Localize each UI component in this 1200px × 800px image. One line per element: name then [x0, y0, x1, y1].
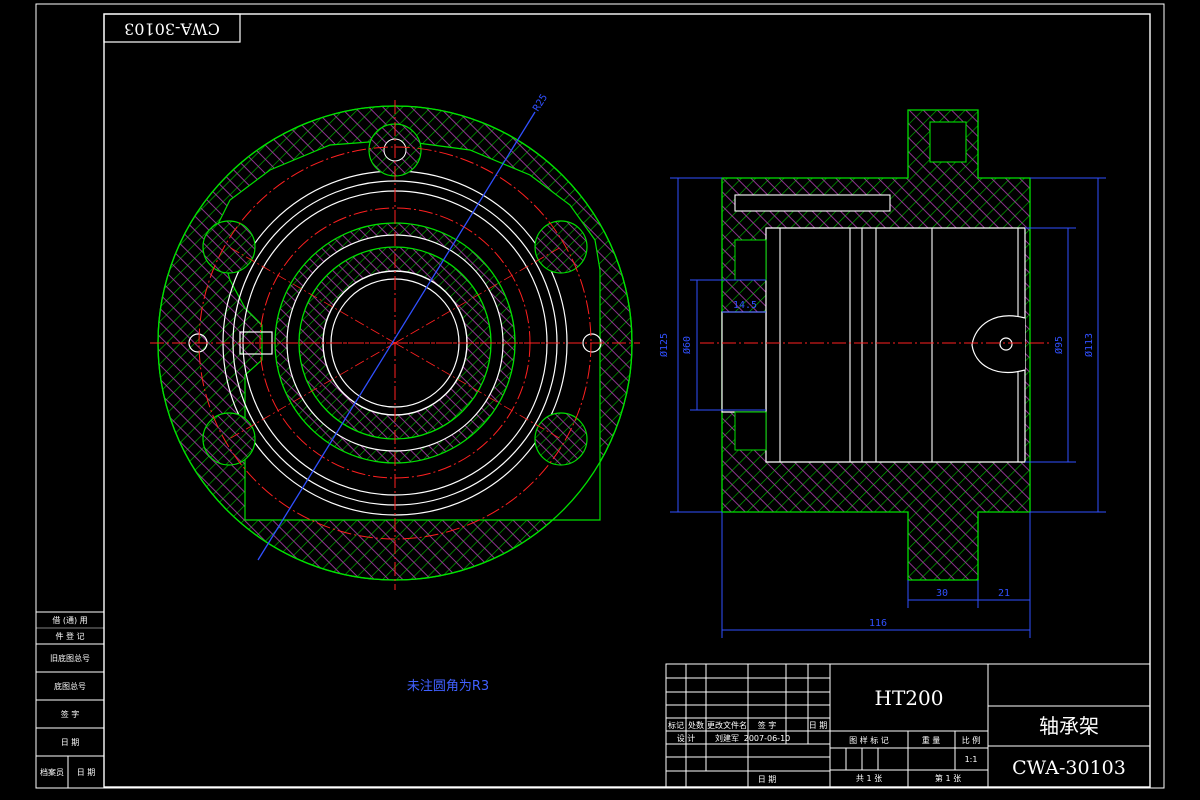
- dim-phi95: Ø95: [1053, 336, 1065, 354]
- tb-material: HT200: [875, 686, 944, 710]
- tb-hdr-sign: 签 字: [758, 720, 777, 730]
- tb-design-date: 2007-06-10: [744, 734, 791, 743]
- side-r3: 底图总号: [54, 681, 86, 691]
- general-note: 未注圆角为R3: [407, 679, 489, 694]
- side-r2: 旧底图总号: [50, 653, 90, 663]
- tb-stage: 图 样 标 记: [849, 735, 889, 745]
- cad-drawing: CWA-30103 R25 Ø125 Ø60 14.5 Ø95 Ø113 116…: [35, 3, 1165, 789]
- side-record-block: 借 (通) 用 件 登 记 旧底图总号 底图总号 签 字 日 期 档案员 日 期: [35, 611, 105, 789]
- dim-phi125: Ø125: [658, 333, 670, 357]
- tb-design: 设 计: [677, 733, 696, 743]
- dim-phi60: Ø60: [681, 336, 693, 354]
- code-box-text: CWA-30103: [124, 20, 220, 39]
- side-r5: 日 期: [61, 738, 80, 747]
- tb-sheet-no: 第 1 张: [935, 773, 961, 783]
- dim-30: 30: [936, 588, 948, 599]
- tb-part-name: 轴承架: [1039, 714, 1099, 738]
- tb-total-sheets: 共 1 张: [856, 774, 882, 783]
- tb-hdr-date: 日 期: [809, 721, 828, 730]
- tb-hdr-change: 更改文件名: [707, 720, 747, 730]
- dim-14-5: 14.5: [733, 300, 757, 311]
- tb-code: CWA-30103: [1012, 757, 1126, 779]
- tb-scale-val: 1:1: [965, 755, 978, 764]
- side-r4: 签 字: [61, 709, 80, 719]
- title-block: 标记 处数 更改文件名 签 字 日 期 设 计 刘建军 2007-06-10 日…: [665, 663, 1151, 788]
- side-r6a: 档案员: [40, 767, 64, 777]
- tb-hdr-count: 处数: [688, 720, 704, 730]
- tb-hdr-mark: 标记: [668, 720, 684, 730]
- side-r1: 借 (通) 用: [52, 615, 87, 625]
- side-r6b: 日 期: [77, 768, 96, 777]
- dim-21: 21: [998, 588, 1010, 599]
- dim-phi113: Ø113: [1083, 333, 1095, 357]
- tb-designer: 刘建军: [715, 733, 739, 743]
- dim-116: 116: [869, 618, 887, 629]
- side-r1b: 件 登 记: [55, 631, 84, 641]
- code-box-top: CWA-30103: [103, 13, 241, 43]
- tb-weight: 重 量: [922, 735, 941, 745]
- section-view: Ø125 Ø60 14.5 Ø95 Ø113 116 30 21: [658, 109, 1106, 638]
- tb-scale: 比 例: [962, 735, 981, 745]
- tb-approve-date: 日 期: [758, 775, 777, 784]
- front-view: R25: [150, 92, 640, 590]
- radial-dim-text: R25: [531, 92, 550, 113]
